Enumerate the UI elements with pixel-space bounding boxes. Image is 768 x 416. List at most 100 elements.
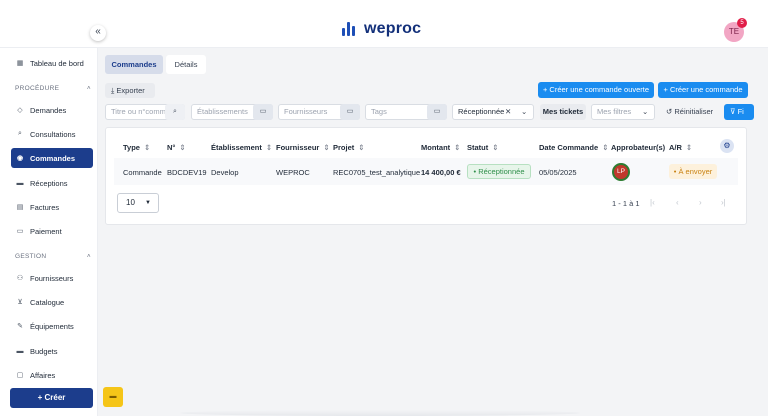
approver-avatar[interactable]: LP	[612, 163, 630, 181]
collapse-sidebar-button[interactable]: «	[90, 25, 106, 41]
column-header-type[interactable]: Type ⇕	[123, 143, 150, 152]
column-header-ar[interactable]: A/R ⇕	[669, 143, 692, 152]
wallet-icon: ▬	[16, 347, 24, 355]
clear-icon[interactable]: ✕	[505, 105, 511, 119]
cell-etablissement: Develop	[211, 168, 239, 177]
sidebar-item-consultations[interactable]: ⌕ Consultations	[11, 124, 93, 144]
sidebar-item-catalogue[interactable]: ⊻ Catalogue	[11, 292, 93, 312]
sidebar-item-budgets[interactable]: ▬ Budgets	[11, 341, 93, 361]
column-header-projet[interactable]: Projet ⇕	[333, 143, 365, 152]
sort-icon: ⇕	[454, 143, 461, 152]
chevron-up-icon: ˄	[86, 85, 91, 92]
sidebar-item-label: Paiement	[30, 226, 62, 236]
sort-icon: ⇕	[143, 143, 151, 152]
chevron-down-icon[interactable]: ⌄	[521, 105, 527, 119]
column-header-montant[interactable]: Montant ⇕	[421, 143, 460, 152]
card-icon: ▭	[16, 228, 24, 235]
sidebar-item-label: Demandes	[30, 105, 67, 115]
notification-badge: 5	[737, 18, 747, 28]
column-label: Projet	[333, 143, 355, 152]
tab-commandes[interactable]: Commandes	[105, 55, 163, 74]
sidebar-item-label: Tableau de bord	[30, 58, 84, 68]
sidebar-item-label: Affaires	[30, 370, 56, 380]
mes-filtres-placeholder: Mes filtres	[597, 107, 632, 116]
column-label: Montant	[421, 143, 451, 152]
search-icon[interactable]: ⌕	[165, 104, 185, 120]
sidebar-item-label: Fournisseurs	[30, 273, 74, 283]
cell-montant: 14 400,00 €	[421, 168, 461, 177]
create-order-label: Créer une commande	[669, 85, 743, 94]
column-header-approbateur[interactable]: Approbateur(s)	[611, 143, 665, 152]
column-header-number[interactable]: N° ⇕	[167, 143, 186, 152]
section-gestion[interactable]: GESTION ˄	[15, 253, 91, 260]
folder-icon: ▢	[16, 372, 24, 379]
sidebar-item-commandes[interactable]: ◉ Commandes	[11, 148, 93, 168]
page-size-value: 10	[126, 198, 135, 207]
export-button[interactable]: ⤓ Exporter	[105, 83, 155, 98]
status-selected-value: Réceptionnée	[458, 107, 505, 116]
sort-icon: ⇕	[685, 143, 693, 152]
column-label: A/R	[669, 143, 682, 152]
create-open-order-label: Créer une commande ouverte	[549, 85, 650, 94]
mes-filtres-select[interactable]: Mes filtres ⌄	[591, 104, 655, 120]
sidebar-item-factures[interactable]: ▤ Factures	[11, 197, 93, 217]
column-label: Établissement	[211, 143, 262, 152]
section-procedure[interactable]: PROCÉDURE ˄	[15, 85, 91, 92]
next-page-icon[interactable]: ›	[699, 198, 702, 207]
prev-page-icon[interactable]: ‹	[676, 198, 679, 207]
last-page-icon[interactable]: ›|	[721, 198, 726, 207]
folder-icon[interactable]: ▭	[340, 104, 360, 120]
tab-details[interactable]: Détails	[166, 55, 206, 74]
invoice-icon: ▤	[16, 204, 24, 211]
chat-icon[interactable]: ▬	[103, 387, 123, 407]
app-logo[interactable]: weproc	[342, 20, 421, 38]
create-button[interactable]: + Créer	[10, 388, 93, 408]
sidebar-item-paiement[interactable]: ▭ Paiement	[11, 221, 93, 241]
fournisseurs-filter[interactable]: Fournisseurs ▭	[278, 104, 360, 120]
section-label: GESTION	[15, 253, 47, 260]
cell-number: BDCDEV19	[167, 168, 207, 177]
sidebar-item-label: Commandes	[30, 153, 76, 163]
status-select[interactable]: Réceptionnée ✕ ⌄	[452, 104, 534, 120]
export-label: Exporter	[116, 86, 145, 95]
etablissements-filter[interactable]: Établissements ▭	[191, 104, 273, 120]
sidebar-item-tableau-de-bord[interactable]: ▦ Tableau de bord	[11, 53, 93, 73]
status-label: Réceptionnée	[478, 167, 525, 176]
sidebar-item-label: Catalogue	[30, 297, 65, 307]
status-badge: • Réceptionnée	[467, 164, 531, 179]
sidebar-item-label: Équipements	[30, 321, 74, 331]
search-input[interactable]: Titre ou n°comm ⌕	[105, 104, 185, 120]
cell-date: 05/05/2025	[539, 168, 577, 177]
column-header-etablissement[interactable]: Établissement ⇕	[211, 143, 272, 152]
mes-tickets-button[interactable]: Mes tickets	[540, 104, 586, 120]
bottom-shadow	[180, 410, 580, 416]
page-size-select[interactable]: 10 ▼	[117, 193, 159, 213]
sidebar-item-label: Budgets	[30, 346, 58, 356]
gear-icon[interactable]: ⚙	[720, 139, 734, 153]
supplier-icon: ⚇	[16, 275, 24, 282]
folder-icon[interactable]: ▭	[427, 104, 447, 120]
column-label: Date Commande	[539, 143, 599, 152]
pagination-range: 1 - 1 à 1	[612, 199, 640, 208]
sidebar-item-receptions[interactable]: ▬ Réceptions	[11, 173, 93, 193]
first-page-icon[interactable]: |‹	[650, 198, 655, 207]
create-open-order-button[interactable]: + Créer une commande ouverte	[538, 82, 654, 98]
column-header-statut[interactable]: Statut ⇕	[467, 143, 499, 152]
reset-button[interactable]: ↺ Réinitialiser	[666, 104, 713, 120]
column-header-date[interactable]: Date Commande ⇕	[539, 143, 608, 152]
sidebar-item-demandes[interactable]: ◇ Demandes	[11, 100, 93, 120]
filter-button[interactable]: ⊽ Fi	[724, 104, 754, 120]
tags-filter[interactable]: Tags ▭	[365, 104, 447, 120]
user-avatar[interactable]: TE 5	[724, 18, 747, 42]
sidebar-item-fournisseurs[interactable]: ⚇ Fournisseurs	[11, 268, 93, 288]
folder-icon[interactable]: ▭	[253, 104, 273, 120]
section-label: PROCÉDURE	[15, 85, 60, 92]
create-order-button[interactable]: + Créer une commande	[658, 82, 748, 98]
column-header-fournisseur[interactable]: Fournisseur ⇕	[276, 143, 330, 152]
cart-icon: ⊻	[17, 299, 23, 306]
reset-label: Réinitialiser	[674, 107, 714, 116]
sidebar-item-affaires[interactable]: ▢ Affaires	[11, 365, 93, 385]
sidebar-item-equipements[interactable]: ✎ Équipements	[11, 316, 93, 336]
top-bar: weproc TE 5	[0, 0, 768, 48]
sort-icon: ⇕	[602, 143, 609, 152]
